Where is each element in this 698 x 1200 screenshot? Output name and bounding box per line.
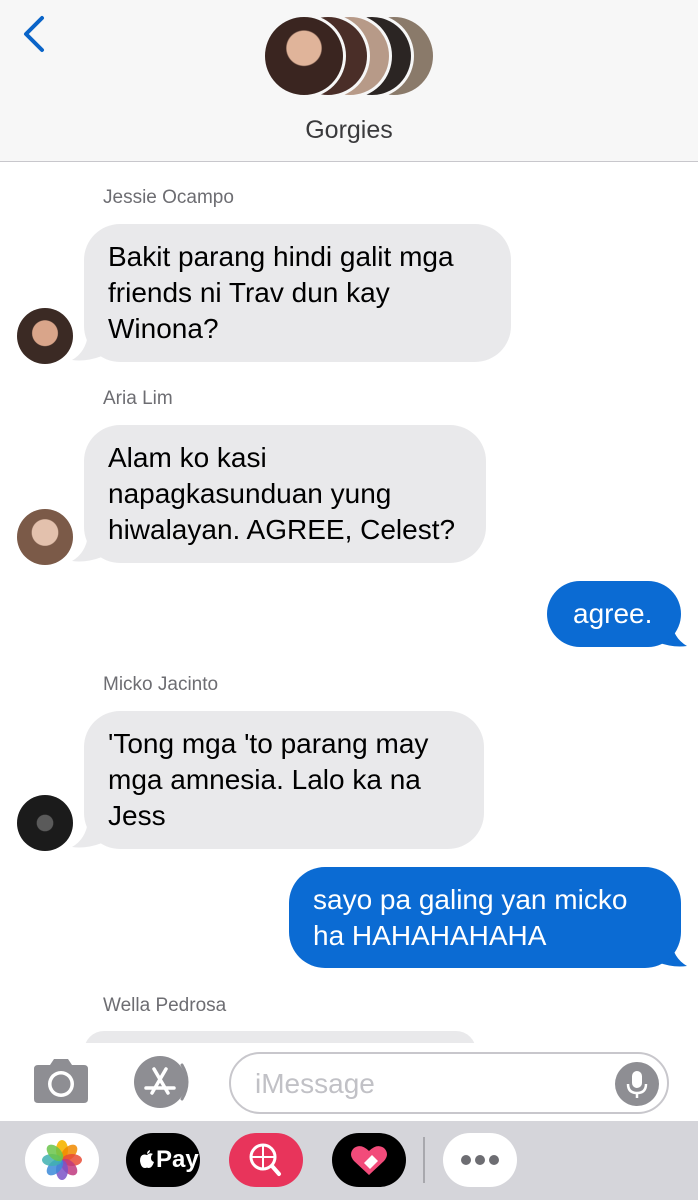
composer-bar: iMessage	[0, 1043, 698, 1121]
message-line: mga amnesia. Lalo ka na	[108, 764, 421, 795]
image-search-button[interactable]	[229, 1133, 303, 1187]
sender-avatar[interactable]	[17, 509, 73, 565]
message-line: 'Tong mga 'to parang may	[108, 728, 429, 759]
sender-name: Jessie Ocampo	[103, 187, 234, 208]
member-avatar	[262, 14, 346, 98]
dictation-button[interactable]	[615, 1062, 659, 1106]
message-line: agree.	[573, 598, 653, 629]
message-line: hiwalayan. AGREE, Celest?	[108, 514, 456, 545]
digital-touch-button[interactable]	[332, 1133, 406, 1187]
message-bubble[interactable]: agree.	[547, 581, 681, 647]
apple-pay-label: Pay	[156, 1146, 199, 1173]
message-input[interactable]: iMessage	[229, 1052, 669, 1114]
more-apps-button[interactable]	[443, 1133, 517, 1187]
message-line: Alam ko kasi	[108, 442, 267, 473]
photos-icon	[42, 1140, 82, 1180]
app-drawer: Pay	[0, 1121, 698, 1200]
message-line: Winona?	[108, 313, 219, 344]
drawer-divider	[423, 1137, 425, 1183]
message-bubble[interactable]: Alam ko kasi napagkasunduan yung hiwalay…	[84, 425, 486, 563]
photos-app-button[interactable]	[25, 1133, 99, 1187]
sender-avatar[interactable]	[17, 308, 73, 364]
sender-name: Aria Lim	[103, 388, 173, 409]
sender-name: Wella Pedrosa	[103, 995, 227, 1016]
group-avatars[interactable]	[262, 14, 442, 100]
message-line: ha HAHAHAHAHA	[313, 920, 547, 951]
message-bubble[interactable]: 'Tong mga 'to parang may mga amnesia. La…	[84, 711, 484, 849]
message-input-placeholder: iMessage	[255, 1068, 375, 1099]
apple-pay-button[interactable]: Pay	[126, 1133, 200, 1187]
message-bubble[interactable]: sayo pa galing yan micko ha HAHAHAHAHA	[289, 867, 681, 968]
message-line: friends ni Trav dun kay	[108, 277, 390, 308]
conversation-header: Gorgies	[0, 0, 698, 162]
ellipsis-icon	[461, 1155, 499, 1165]
message-line: napagkasunduan yung	[108, 478, 392, 509]
chevron-left-icon	[24, 16, 44, 52]
camera-icon	[34, 1059, 88, 1103]
app-store-icon	[134, 1056, 189, 1108]
app-store-button[interactable]	[130, 1055, 196, 1109]
sender-name: Micko Jacinto	[103, 674, 219, 695]
heart-touch-icon	[351, 1146, 387, 1175]
microphone-icon	[626, 1071, 648, 1098]
apple-logo-icon	[140, 1150, 154, 1168]
globe-search-icon	[249, 1143, 281, 1176]
message-line: Bakit parang hindi galit mga	[108, 241, 454, 272]
message-bubble[interactable]: Bakit parang hindi galit mga friends ni …	[84, 224, 511, 362]
sender-avatar[interactable]	[17, 795, 73, 851]
message-line: sayo pa galing yan micko	[313, 884, 628, 915]
message-line: Jess	[108, 800, 166, 831]
group-name[interactable]: Gorgies	[0, 116, 698, 145]
back-button[interactable]	[18, 12, 58, 56]
camera-button[interactable]	[30, 1057, 92, 1105]
